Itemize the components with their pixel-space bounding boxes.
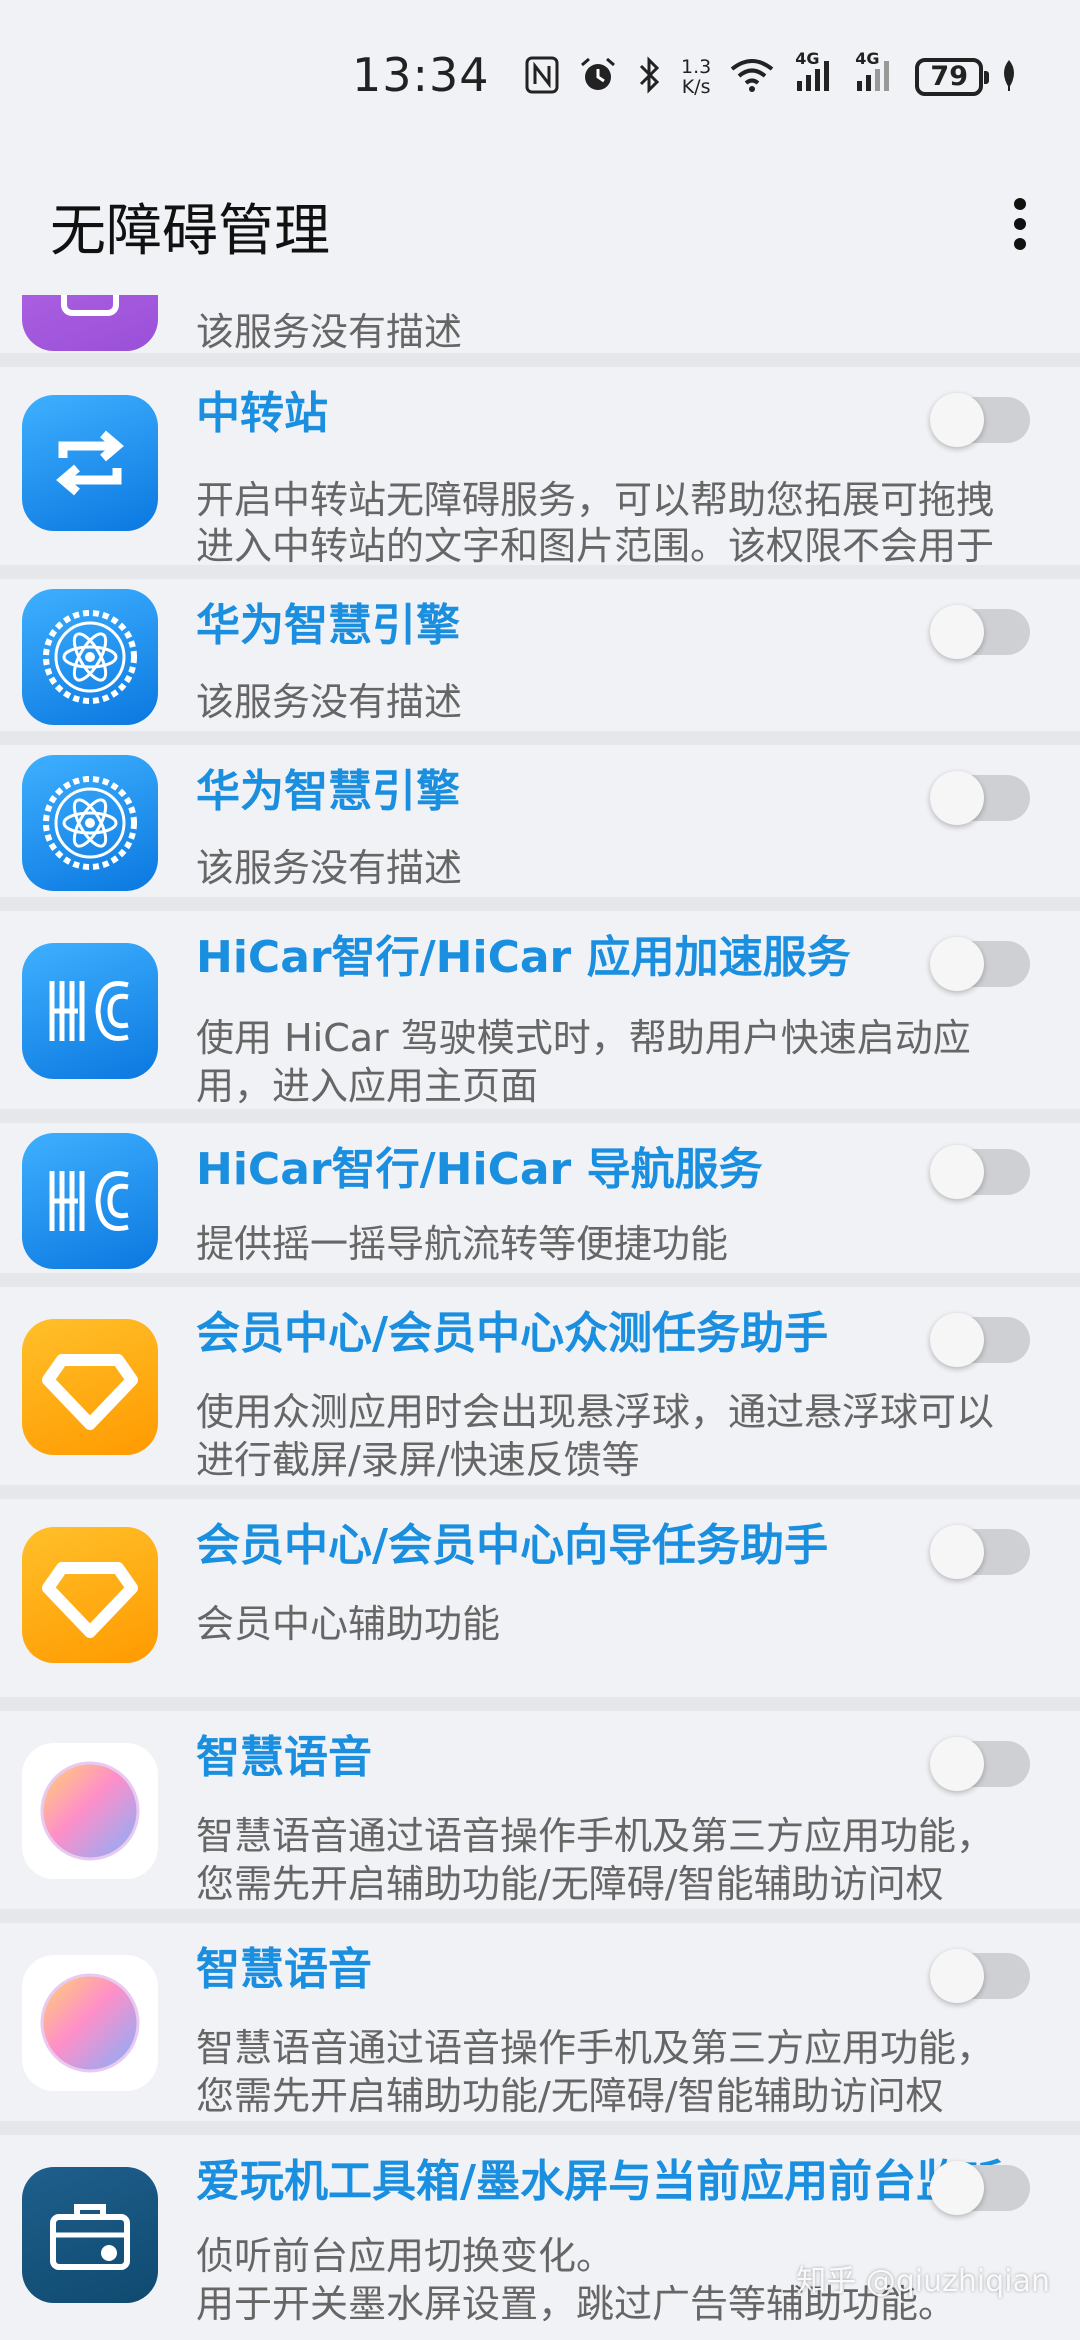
service-toggle[interactable] [930, 937, 1030, 991]
watermark: 知乎 @qiuzhiqian [796, 2264, 1050, 2299]
service-toggle[interactable] [930, 771, 1030, 825]
service-description: 开启中转站无障碍服务，可以帮助您拓展可拖拽 [196, 478, 995, 522]
battery-icon: 79 [915, 58, 990, 96]
voice-assistant-icon [22, 1955, 158, 2091]
service-title: 华为智慧引擎 [196, 600, 460, 651]
service-description: 进入中转站的文字和图片范围。该权限不会用于 [196, 524, 995, 568]
service-row[interactable]: 会员中心/会员中心众测任务助手 使用众测应用时会出现悬浮球，通过悬浮球可以 进行… [0, 1287, 1080, 1499]
signal-icon: 4G [855, 49, 895, 97]
service-toggle[interactable] [930, 1525, 1030, 1579]
service-description: 该服务没有描述 [196, 680, 463, 724]
service-title: 华为智慧引擎 [196, 766, 460, 817]
signal-1-label: 4G [795, 49, 820, 68]
service-row[interactable]: HiCar智行/HiCar 导航服务 提供摇一摇导航流转等便捷功能 [0, 1123, 1080, 1287]
app-bar: 无障碍管理 [0, 150, 1080, 295]
service-toggle[interactable] [930, 1949, 1030, 2003]
service-description: 您需先开启辅助功能/无障碍/智能辅助访问权 [196, 2074, 944, 2118]
diamond-icon [22, 1319, 158, 1455]
network-speed-unit: K/s [681, 76, 711, 98]
service-description: 用，进入应用主页面 [196, 1064, 539, 1108]
service-row[interactable]: 华为智慧引擎 该服务没有描述 [0, 745, 1080, 911]
alarm-icon [579, 56, 617, 98]
service-row[interactable]: 智慧语音 智慧语音通过语音操作手机及第三方应用功能， 您需先开启辅助功能/无障碍… [0, 1923, 1080, 2135]
service-title: 智慧语音 [196, 1732, 372, 1783]
service-title: 爱玩机工具箱/墨水屏与当前应用前台监听 [196, 2156, 1005, 2207]
network-speed-value: 1.3 [681, 56, 712, 78]
status-time: 13:34 [352, 48, 490, 102]
transfer-arrows-icon [22, 395, 158, 531]
service-toggle[interactable] [930, 2161, 1030, 2215]
service-row[interactable]: 会员中心/会员中心向导任务助手 会员中心辅助功能 [0, 1499, 1080, 1711]
service-title: 会员中心/会员中心众测任务助手 [196, 1308, 829, 1359]
voice-assistant-icon [22, 1743, 158, 1879]
service-description: 进行截屏/录屏/快速反馈等 [196, 1438, 640, 1482]
leaf-icon [999, 58, 1019, 96]
wifi-icon [729, 57, 775, 97]
network-speed: 1.3 K/s [681, 57, 711, 97]
service-row[interactable]: 该服务没有描述 [0, 295, 1080, 367]
service-description: 使用众测应用时会出现悬浮球，通过悬浮球可以 [196, 1390, 995, 1434]
service-title: HiCar智行/HiCar 导航服务 [196, 1144, 763, 1195]
service-toggle[interactable] [930, 605, 1030, 659]
service-description: 提供摇一摇导航流转等便捷功能 [196, 1222, 729, 1266]
service-description: 该服务没有描述 [196, 846, 463, 890]
more-vertical-icon[interactable] [1000, 190, 1040, 262]
service-toggle[interactable] [930, 1313, 1030, 1367]
signal-2-label: 4G [855, 49, 880, 68]
service-row[interactable]: 智慧语音 智慧语音通过语音操作手机及第三方应用功能， 您需先开启辅助功能/无障碍… [0, 1711, 1080, 1923]
hicar-icon [22, 943, 158, 1079]
service-toggle[interactable] [930, 1145, 1030, 1199]
service-title: 会员中心/会员中心向导任务助手 [196, 1520, 829, 1571]
service-description: 您需先开启辅助功能/无障碍/智能辅助访问权 [196, 1862, 944, 1906]
battery-level: 79 [930, 61, 968, 92]
purple-app-icon [22, 295, 158, 351]
service-row[interactable]: 华为智慧引擎 该服务没有描述 [0, 579, 1080, 745]
service-row[interactable]: 爱玩机工具箱/墨水屏与当前应用前台监听 侦听前台应用切换变化。 用于开关墨水屏设… [0, 2135, 1080, 2340]
toolbox-icon [22, 2167, 158, 2303]
service-description: 该服务没有描述 [196, 310, 463, 354]
signal-icon: 4G [795, 49, 835, 97]
service-row[interactable]: HiCar智行/HiCar 应用加速服务 使用 HiCar 驾驶模式时，帮助用户… [0, 911, 1080, 1123]
bluetooth-icon [637, 56, 661, 98]
accessibility-management-screen: 13:34 1.3 K/s 4G 4G 79 无障碍管理 该服务没有描述 中转站… [0, 0, 1080, 2340]
nfc-icon [525, 56, 559, 98]
service-title: HiCar智行/HiCar 应用加速服务 [196, 932, 851, 983]
service-row[interactable]: 中转站 开启中转站无障碍服务，可以帮助您拓展可拖拽 进入中转站的文字和图片范围。… [0, 367, 1080, 579]
service-list[interactable]: 该服务没有描述 中转站 开启中转站无障碍服务，可以帮助您拓展可拖拽 进入中转站的… [0, 295, 1080, 2340]
service-description: 智慧语音通过语音操作手机及第三方应用功能， [196, 2026, 995, 2070]
diamond-icon [22, 1527, 158, 1663]
atom-gear-icon [22, 589, 158, 725]
service-toggle[interactable] [930, 393, 1030, 447]
service-description: 会员中心辅助功能 [196, 1602, 501, 1646]
hicar-icon [22, 1133, 158, 1269]
status-bar: 13:34 1.3 K/s 4G 4G 79 [0, 0, 1080, 150]
service-description: 使用 HiCar 驾驶模式时，帮助用户快速启动应 [196, 1016, 971, 1060]
status-icons: 1.3 K/s 4G 4G 79 [525, 49, 1039, 102]
atom-gear-icon [22, 755, 158, 891]
service-toggle[interactable] [930, 1737, 1030, 1791]
service-title: 中转站 [196, 388, 328, 439]
service-description: 智慧语音通过语音操作手机及第三方应用功能， [196, 1814, 995, 1858]
service-title: 智慧语音 [196, 1944, 372, 1995]
page-title: 无障碍管理 [50, 199, 330, 264]
